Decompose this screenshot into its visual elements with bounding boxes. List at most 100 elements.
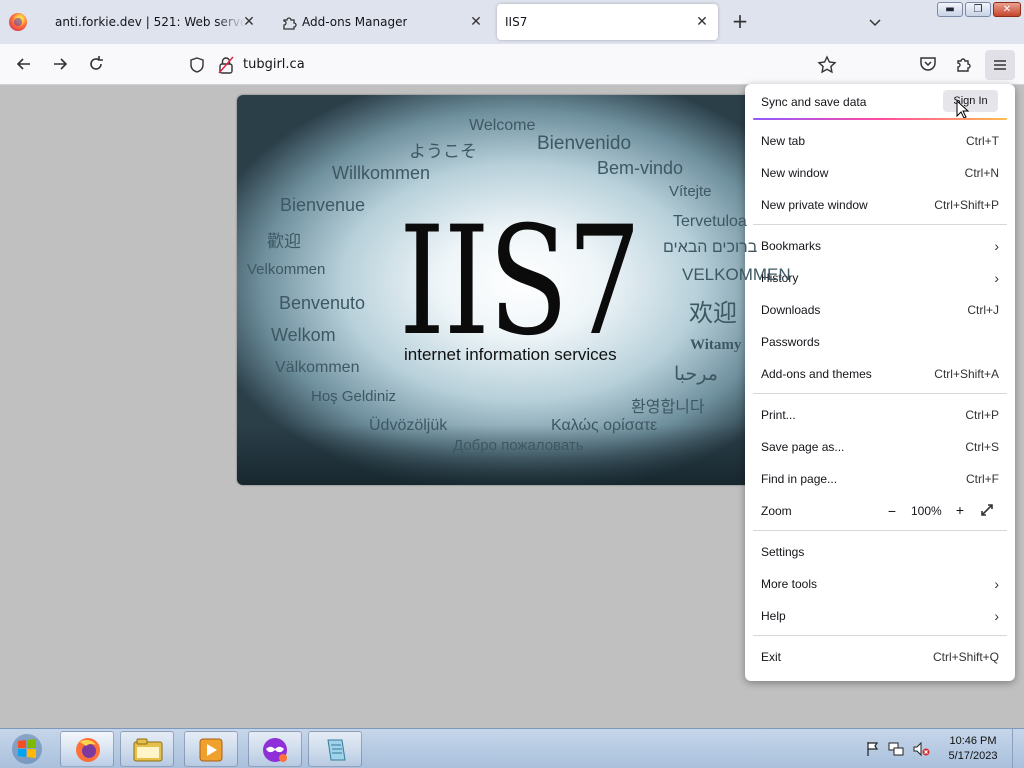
- maximize-button[interactable]: ❐: [965, 2, 991, 17]
- tab-anti-forkie[interactable]: anti.forkie.dev | 521: Web server is dow…: [43, 4, 265, 40]
- welcome-word: Välkommen: [275, 359, 360, 376]
- menu-item-label: New tab: [761, 134, 806, 148]
- menu-item-settings[interactable]: Settings: [753, 537, 1007, 567]
- private-mask-icon: [263, 738, 287, 762]
- tab-iis7[interactable]: IIS7 ✕: [497, 4, 718, 40]
- notepad-icon: [327, 739, 346, 761]
- menu-item-label: Downloads: [761, 303, 821, 317]
- taskbar-private-browsing[interactable]: [248, 731, 302, 767]
- firefox-view-icon[interactable]: [9, 13, 27, 31]
- menu-separator: [753, 530, 1007, 531]
- tracking-protection-shield-icon[interactable]: [188, 56, 206, 74]
- tab-title: Add-ons Manager: [302, 15, 408, 29]
- show-desktop-button[interactable]: [1012, 729, 1024, 768]
- close-window-button[interactable]: ✕: [993, 2, 1021, 17]
- tab-title: anti.forkie.dev | 521: Web server is dow…: [55, 15, 245, 29]
- tab-close-icon[interactable]: ✕: [468, 14, 484, 30]
- reload-icon[interactable]: [86, 54, 106, 74]
- tab-strip: anti.forkie.dev | 521: Web server is dow…: [0, 0, 1024, 44]
- welcome-word: ようこそ: [409, 142, 477, 161]
- mouse-cursor-icon: [956, 100, 970, 119]
- menu-item-label: Bookmarks: [761, 239, 822, 253]
- app-menu-panel: Sync and save data Sign In New tab Ctrl+…: [745, 84, 1015, 681]
- bookmark-star-icon[interactable]: [817, 55, 837, 75]
- menu-item-new-private-window[interactable]: New private window Ctrl+Shift+P: [753, 190, 1007, 220]
- welcome-word: Üdvözöljük: [369, 417, 448, 434]
- tab-close-icon[interactable]: ✕: [241, 14, 257, 30]
- menu-item-label: Print...: [761, 408, 796, 422]
- menu-item-history[interactable]: History ›: [753, 263, 1007, 293]
- menu-item-label: History: [761, 271, 799, 285]
- app-menu-button[interactable]: [985, 50, 1015, 80]
- forward-arrow-icon[interactable]: [50, 54, 70, 74]
- list-all-tabs-chevron-icon[interactable]: [867, 14, 883, 30]
- menu-item-passwords[interactable]: Passwords: [753, 327, 1007, 357]
- welcome-word: Vítejte: [669, 183, 712, 200]
- menu-item-shortcut: Ctrl+Shift+A: [934, 367, 999, 381]
- action-center-flag-icon[interactable]: [866, 741, 880, 757]
- fullscreen-icon[interactable]: [979, 502, 995, 518]
- sync-accent-line: [753, 118, 1007, 120]
- menu-item-more-tools[interactable]: More tools ›: [753, 569, 1007, 599]
- menu-separator: [753, 635, 1007, 636]
- taskbar-file-explorer[interactable]: [120, 731, 174, 767]
- menu-item-print[interactable]: Print... Ctrl+P: [753, 400, 1007, 430]
- menu-item-shortcut: Ctrl+Shift+Q: [932, 650, 999, 664]
- taskbar-notepad[interactable]: [308, 731, 362, 767]
- url-bar[interactable]: tubgirl.ca: [180, 50, 845, 80]
- extensions-puzzle-icon[interactable]: [954, 54, 974, 74]
- menu-item-label: Help: [761, 609, 786, 623]
- welcome-word: Καλώς ορίσατε: [551, 417, 658, 434]
- clock-time: 10:46 PM: [949, 735, 997, 747]
- menu-item-label: Settings: [761, 545, 805, 559]
- welcome-word: Hoş Geldiniz: [311, 388, 397, 405]
- welcome-word: 환영합니다: [631, 399, 705, 416]
- taskbar-media-player[interactable]: [184, 731, 238, 767]
- tab-close-icon[interactable]: ✕: [694, 14, 710, 30]
- menu-item-label: New private window: [761, 198, 868, 212]
- menu-item-bookmarks[interactable]: Bookmarks ›: [753, 231, 1007, 261]
- menu-item-shortcut: Ctrl+F: [966, 472, 999, 486]
- back-arrow-icon[interactable]: [14, 54, 34, 74]
- menu-item-addons-and-themes[interactable]: Add-ons and themes Ctrl+Shift+A: [753, 359, 1007, 389]
- menu-item-help[interactable]: Help ›: [753, 601, 1007, 631]
- menu-item-shortcut: Ctrl+T: [966, 134, 999, 148]
- url-text[interactable]: tubgirl.ca: [243, 57, 305, 72]
- navigation-toolbar: tubgirl.ca: [0, 44, 1024, 85]
- taskbar-firefox[interactable]: [60, 731, 114, 767]
- iis7-subtitle: internet information services: [404, 345, 617, 364]
- minimize-button[interactable]: ▬: [937, 2, 963, 17]
- menu-item-save-page-as[interactable]: Save page as... Ctrl+S: [753, 432, 1007, 462]
- volume-muted-icon[interactable]: [912, 741, 930, 757]
- welcome-word: Willkommen: [332, 163, 431, 183]
- menu-item-label: Add-ons and themes: [761, 367, 872, 381]
- network-icon[interactable]: [888, 741, 904, 757]
- menu-item-label: Passwords: [761, 335, 820, 349]
- menu-item-label: Exit: [761, 650, 782, 664]
- welcome-word: Witamy: [690, 337, 742, 353]
- welcome-word: Welcome: [469, 117, 536, 134]
- insecure-lock-icon[interactable]: [218, 56, 234, 74]
- windows-taskbar: 10:46 PM 5/17/2023: [0, 728, 1024, 768]
- taskbar-clock[interactable]: 10:46 PM 5/17/2023: [942, 734, 1004, 764]
- new-tab-button[interactable]: +: [731, 11, 749, 32]
- welcome-word: Benvenuto: [279, 293, 366, 313]
- zoom-in-button[interactable]: +: [951, 501, 969, 519]
- menu-item-exit[interactable]: Exit Ctrl+Shift+Q: [753, 642, 1007, 672]
- menu-item-shortcut: Ctrl+N: [964, 166, 999, 180]
- pocket-icon[interactable]: [918, 54, 938, 74]
- zoom-out-button[interactable]: −: [883, 502, 901, 520]
- zoom-level[interactable]: 100%: [911, 504, 942, 518]
- iis7-logo-text: IIS7: [399, 195, 641, 369]
- iis7-welcome-banner: Welcome ようこそ Bienvenido Willkommen Bem-v…: [237, 95, 827, 485]
- tab-addons-manager[interactable]: Add-ons Manager ✕: [270, 4, 492, 40]
- media-player-icon: [199, 738, 223, 762]
- welcome-word: Bem-vindo: [597, 158, 684, 178]
- menu-item-new-window[interactable]: New window Ctrl+N: [753, 158, 1007, 188]
- start-button-windows-logo-icon[interactable]: [4, 731, 50, 767]
- menu-item-new-tab[interactable]: New tab Ctrl+T: [753, 126, 1007, 156]
- hamburger-menu-icon: [994, 60, 1006, 70]
- menu-item-downloads[interactable]: Downloads Ctrl+J: [753, 295, 1007, 325]
- sign-in-button[interactable]: Sign In: [943, 90, 998, 112]
- menu-item-find-in-page[interactable]: Find in page... Ctrl+F: [753, 464, 1007, 494]
